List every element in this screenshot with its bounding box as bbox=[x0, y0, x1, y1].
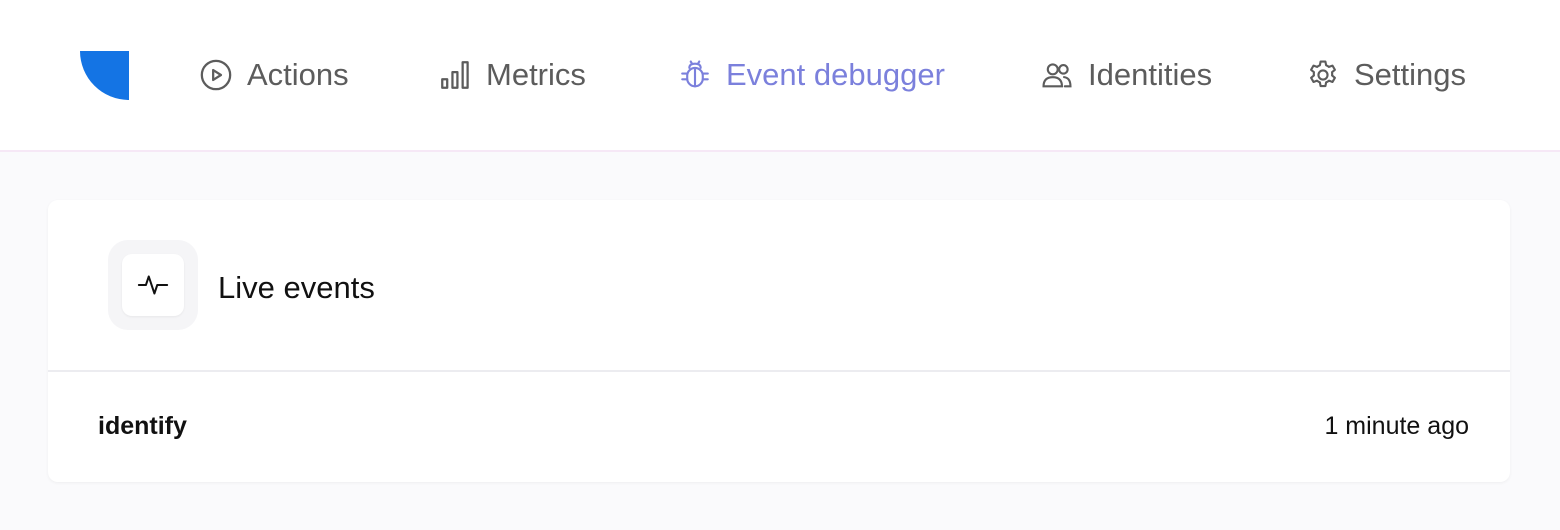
nav-item-settings[interactable]: Settings bbox=[1306, 52, 1466, 98]
card-header: Live events bbox=[48, 200, 1510, 372]
card-title: Live events bbox=[218, 270, 375, 305]
nav-item-label: Identities bbox=[1088, 57, 1213, 92]
nav-item-label: Event debugger bbox=[726, 57, 945, 92]
event-row[interactable]: identify 1 minute ago bbox=[48, 372, 1510, 482]
nav-item-label: Settings bbox=[1354, 57, 1467, 92]
activity-pulse-icon bbox=[122, 254, 184, 316]
event-name: identify bbox=[98, 412, 187, 440]
nav-item-event-debugger[interactable]: Event debugger bbox=[678, 52, 945, 98]
bar-chart-icon bbox=[438, 58, 472, 92]
play-circle-icon bbox=[199, 58, 233, 92]
live-events-card: Live events identify 1 minute ago bbox=[48, 200, 1510, 482]
top-navigation-bar: Actions Metrics Event debugger Identitie… bbox=[0, 0, 1560, 152]
event-timestamp: 1 minute ago bbox=[1324, 412, 1469, 440]
icon-container bbox=[108, 240, 198, 330]
users-icon bbox=[1040, 58, 1074, 92]
gear-icon bbox=[1306, 58, 1340, 92]
app-logo[interactable] bbox=[80, 51, 129, 100]
nav-item-metrics[interactable]: Metrics bbox=[438, 52, 586, 98]
nav-item-actions[interactable]: Actions bbox=[199, 52, 349, 98]
nav-item-identities[interactable]: Identities bbox=[1040, 52, 1212, 98]
bug-icon bbox=[678, 58, 712, 92]
nav-item-label: Actions bbox=[247, 57, 349, 92]
nav-item-label: Metrics bbox=[486, 57, 586, 92]
